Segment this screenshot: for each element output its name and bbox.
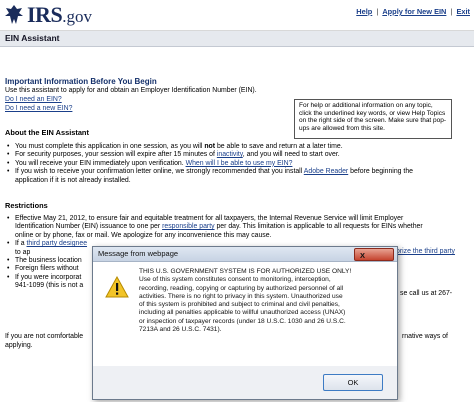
page-title: EIN Assistant [5, 33, 60, 43]
list-item-continued: Identification Number (EIN) issuance to … [15, 223, 423, 231]
ok-button[interactable]: OK [323, 374, 383, 391]
warning-icon [105, 276, 129, 298]
list-item: You will receive your EIN immediately up… [5, 160, 413, 169]
list-item: If you wish to receive your confirmation… [5, 168, 413, 177]
third-party-designee-link[interactable]: third party designee [27, 240, 88, 247]
irs-logo[interactable]: IRS .gov [4, 3, 92, 27]
inactivity-link[interactable]: inactivity [217, 151, 243, 158]
about-heading: About the EIN Assistant [5, 128, 89, 137]
site-header: IRS .gov Help | Apply for New EIN | Exit [0, 0, 474, 31]
logo-domain: .gov [62, 6, 92, 26]
top-links: Help | Apply for New EIN | Exit [356, 7, 470, 16]
responsible-party-link[interactable]: responsible party [162, 223, 214, 230]
dialog-title-bar[interactable]: Message from webpage X [93, 247, 397, 262]
when-use-ein-link[interactable]: When will I be able to use my EIN? [186, 160, 293, 167]
about-list: You must complete this application in on… [5, 143, 413, 185]
eagle-icon [5, 5, 23, 24]
footer-text-line2: applying. [5, 342, 33, 349]
help-info-box: For help or additional information on an… [294, 99, 452, 139]
dialog-title: Message from webpage [98, 249, 179, 258]
list-item: You must complete this application in on… [5, 143, 413, 152]
close-button[interactable]: X [354, 248, 394, 261]
dialog-message: THIS U.S. GOVERNMENT SYSTEM IS FOR AUTHO… [139, 268, 352, 334]
intro-heading: Important Information Before You Begin [5, 77, 157, 86]
adobe-reader-link[interactable]: Adobe Reader [304, 168, 348, 175]
phone-text: se call us at 267- [400, 290, 453, 297]
security-warning-dialog: Message from webpage X THIS U.S. GOVERNM… [92, 246, 398, 400]
list-item-continued: application if it is not already install… [15, 176, 131, 184]
separator: | [450, 7, 453, 16]
list-item-continued: online or by phone, fax or mail. We apol… [15, 231, 272, 239]
dialog-body: THIS U.S. GOVERNMENT SYSTEM IS FOR AUTHO… [93, 262, 397, 366]
footer-text-right: rnative ways of [402, 333, 448, 340]
intro-text: Use this assistant to apply for and obta… [5, 87, 257, 94]
help-link[interactable]: Help [356, 7, 372, 16]
restrictions-heading: Restrictions [5, 201, 48, 210]
list-item: Effective May 21, 2012, to ensure fair a… [5, 215, 423, 224]
need-new-ein-link: Do I need a new EIN? [5, 105, 73, 112]
exit-link[interactable]: Exit [456, 7, 470, 16]
need-ein-link[interactable]: Do I need an EIN? [5, 96, 62, 103]
footer-text: If you are not comfortable [5, 333, 84, 340]
separator: | [376, 7, 379, 16]
authorize-third-party-link[interactable]: orize the third party [396, 248, 455, 255]
page-title-bar: EIN Assistant [0, 31, 474, 47]
apply-new-ein-link[interactable]: Apply for New EIN [382, 7, 446, 16]
close-icon: X [360, 251, 366, 260]
list-item: For security purposes, your session will… [5, 151, 413, 160]
logo-text: IRS [27, 2, 63, 27]
